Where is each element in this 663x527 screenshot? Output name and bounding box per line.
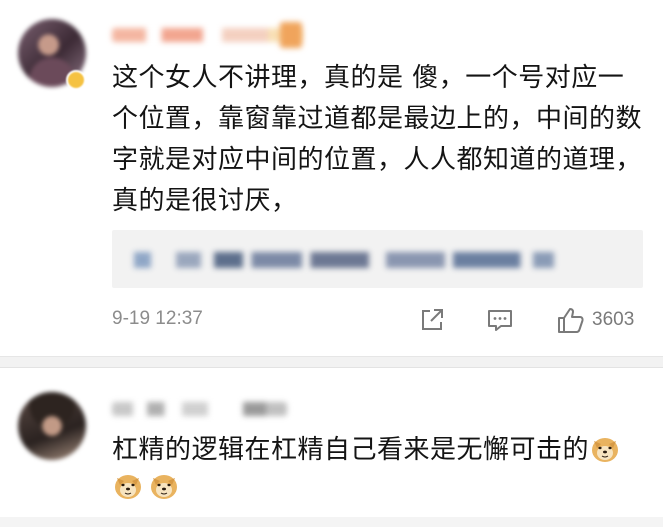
reply-button[interactable]	[486, 304, 514, 336]
emoji-row	[112, 472, 180, 500]
like-button[interactable]: 3603	[556, 304, 634, 336]
username-blurred[interactable]	[112, 28, 302, 42]
share-icon	[422, 309, 443, 330]
comment-timestamp: 9-19 12:37	[112, 308, 203, 329]
doge-emoji-icon	[151, 475, 177, 499]
thumbs-up-icon	[558, 308, 584, 333]
quoted-reply-blurred	[134, 252, 554, 268]
comment-card: 杠精的逻辑在杠精自己看来是无懈可击的	[0, 368, 663, 527]
doge-emoji-icon	[115, 475, 141, 499]
comment-icon	[488, 310, 512, 331]
comment-text: 这个女人不讲理，真的是 傻，一个号对应一个位置，靠窗靠过道都是最边上的，中间的数…	[112, 63, 643, 216]
comment-text-container: 杠精的逻辑在杠精自己看来是无懈可击的	[112, 430, 642, 471]
share-button[interactable]	[418, 304, 446, 336]
avatar[interactable]	[18, 392, 86, 460]
divider	[0, 357, 663, 368]
bottom-divider	[0, 517, 663, 527]
verified-badge-icon	[66, 70, 86, 90]
like-count: 3603	[592, 309, 635, 330]
comment-feed: 这个女人不讲理，真的是 傻，一个号对应一个位置，靠窗靠过道都是最边上的，中间的数…	[0, 0, 663, 527]
quoted-reply-box[interactable]	[112, 230, 643, 288]
username-blurred[interactable]	[112, 402, 287, 416]
comment-card: 这个女人不讲理，真的是 傻，一个号对应一个位置，靠窗靠过道都是最边上的，中间的数…	[0, 0, 663, 357]
doge-emoji-icon	[592, 438, 619, 462]
comment-text: 杠精的逻辑在杠精自己看来是无懈可击的	[112, 435, 590, 465]
user-level-badge	[280, 22, 302, 48]
